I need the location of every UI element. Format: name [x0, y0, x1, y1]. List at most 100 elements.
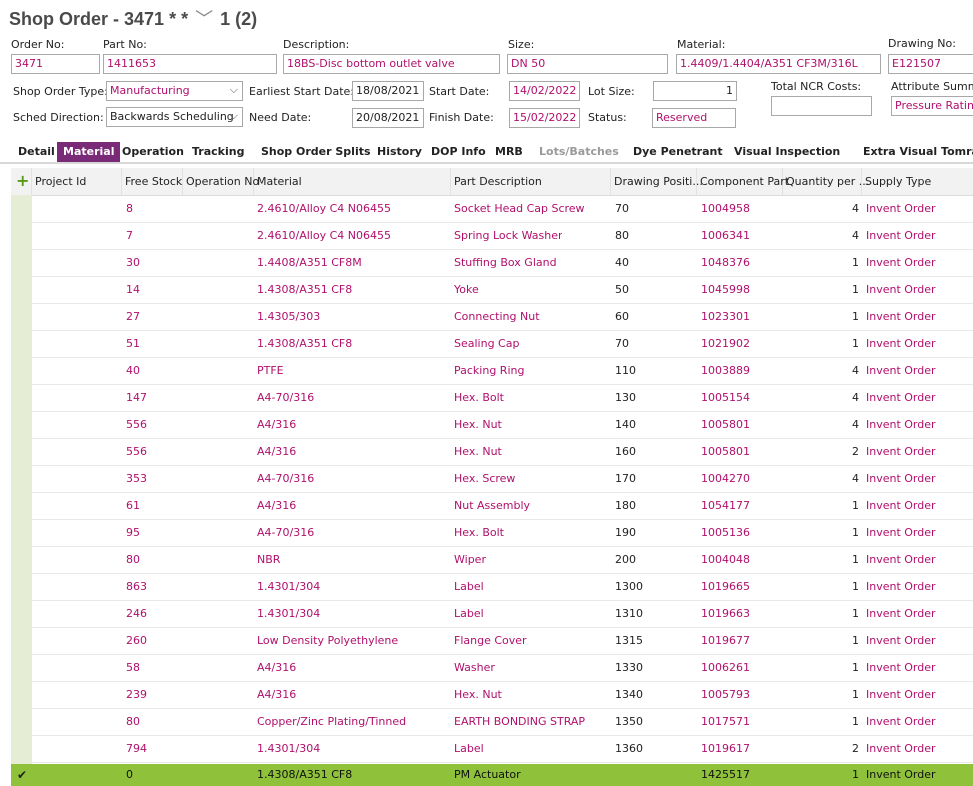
cell-component-part[interactable]: 1004270 — [701, 466, 750, 492]
cell-supply-type[interactable]: Invent Order — [866, 277, 936, 303]
cell-supply-type[interactable]: Invent Order — [866, 520, 936, 546]
col-quantity-per[interactable]: Quantity per ... — [783, 168, 869, 195]
tab-lots-batches[interactable]: Lots/Batches — [533, 142, 625, 162]
earliest-start-field[interactable]: 18/08/2021 — [352, 81, 424, 101]
col-free-stock[interactable]: Free Stock — [122, 168, 183, 195]
cell-supply-type[interactable]: Invent Order — [866, 547, 936, 573]
cell-supply-type[interactable]: Invent Order — [866, 439, 936, 465]
cell-free-stock[interactable]: 58 — [126, 655, 140, 681]
cell-material[interactable]: A4-70/316 — [257, 385, 314, 411]
cell-part-description[interactable]: Spring Lock Washer — [454, 223, 562, 249]
cell-part-description[interactable]: Sealing Cap — [454, 331, 519, 357]
cell-part-description[interactable]: Hex. Screw — [454, 466, 515, 492]
cell-component-part[interactable]: 1045998 — [701, 277, 750, 303]
cell-free-stock[interactable]: 246 — [126, 601, 147, 627]
table-row[interactable]: 246 1.4301/304 Label 1310 1019663 1 Invent Ord… — [32, 601, 973, 628]
tab-dye-penetrant[interactable]: Dye Penetrant — [627, 142, 729, 162]
tab-extra-visual-tomra[interactable]: Extra Visual Tomra C — [857, 142, 973, 162]
cell-material[interactable]: Copper/Zinc Plating/Tinned — [257, 709, 406, 735]
table-row[interactable]: 58 A4/316 Washer 1330 1006261 1 Invent Order — [32, 655, 973, 682]
cell-material[interactable]: 1.4301/304 — [257, 574, 320, 600]
cell-part-description[interactable]: Hex. Nut — [454, 682, 502, 708]
cell-supply-type[interactable]: Invent Order — [866, 493, 936, 519]
cell-free-stock[interactable]: 260 — [126, 628, 147, 654]
cell-component-part[interactable]: 1005801 — [701, 412, 750, 438]
cell-supply-type[interactable]: Invent Order — [866, 412, 936, 438]
cell-free-stock[interactable]: 30 — [126, 250, 140, 276]
col-drawing-position[interactable]: Drawing Positi... — [611, 168, 703, 195]
cell-component-part[interactable]: 1003889 — [701, 358, 750, 384]
table-row[interactable]: 51 1.4308/A351 CF8 Sealing Cap 70 1021902 1 In… — [32, 331, 973, 358]
cell-material[interactable]: A4/316 — [257, 682, 296, 708]
cell-component-part[interactable]: 1019663 — [701, 601, 750, 627]
cell-supply-type[interactable]: Invent Order — [866, 601, 936, 627]
table-row[interactable]: 147 A4-70/316 Hex. Bolt 130 1005154 4 Invent O… — [32, 385, 973, 412]
cell-part-description[interactable]: Socket Head Cap Screw — [454, 196, 585, 222]
cell-component-part[interactable]: 1004958 — [701, 196, 750, 222]
table-row[interactable]: 7 2.4610/Alloy C4 N06455 Spring Lock Washe… — [32, 223, 973, 250]
table-row[interactable]: 61 A4/316 Nut Assembly 180 1054177 1 Invent Or… — [32, 493, 973, 520]
cell-supply-type[interactable]: Invent Order — [866, 628, 936, 654]
cell-part-description[interactable]: Label — [454, 736, 484, 762]
cell-material[interactable]: A4-70/316 — [257, 520, 314, 546]
cell-supply-type[interactable]: Invent Order — [866, 655, 936, 681]
tab-shop-order-splits[interactable]: Shop Order Splits — [255, 142, 377, 162]
cell-supply-type[interactable]: Invent Order — [866, 385, 936, 411]
cell-part-description[interactable]: Hex. Nut — [454, 412, 502, 438]
cell-part-description[interactable]: Yoke — [454, 277, 479, 303]
lot-size-field[interactable]: 1 — [653, 81, 737, 101]
cell-component-part[interactable]: 1005801 — [701, 439, 750, 465]
cell-free-stock[interactable]: 147 — [126, 385, 147, 411]
col-part-description[interactable]: Part Description — [451, 168, 611, 195]
table-row[interactable]: 353 A4-70/316 Hex. Screw 170 1004270 4 Invent … — [32, 466, 973, 493]
cell-free-stock[interactable]: 353 — [126, 466, 147, 492]
cell-material[interactable]: Low Density Polyethylene — [257, 628, 398, 654]
cell-free-stock[interactable]: 27 — [126, 304, 140, 330]
cell-component-part[interactable]: 1017571 — [701, 709, 750, 735]
tab-tracking[interactable]: Tracking — [186, 142, 250, 162]
cell-material[interactable]: PTFE — [257, 358, 284, 384]
cell-part-description[interactable]: Flange Cover — [454, 628, 527, 654]
cell-part-description[interactable]: Washer — [454, 655, 495, 681]
cell-supply-type[interactable]: Invent Order — [866, 709, 936, 735]
col-supply-type[interactable]: Supply Type — [862, 168, 973, 195]
cell-component-part[interactable]: 1023301 — [701, 304, 750, 330]
description-field[interactable]: 18BS-Disc bottom outlet valve — [283, 54, 500, 74]
cell-part-description[interactable]: Hex. Nut — [454, 439, 502, 465]
start-date-field[interactable]: 14/02/2022 — [509, 81, 580, 101]
tab-material[interactable]: Material — [57, 142, 121, 162]
cell-material[interactable]: A4/316 — [257, 493, 296, 519]
cell-free-stock[interactable]: 556 — [126, 412, 147, 438]
cell-material[interactable]: 1.4308/A351 CF8 — [257, 331, 352, 357]
cell-free-stock[interactable]: 7 — [126, 223, 133, 249]
table-row[interactable]: 30 1.4408/A351 CF8M Stuffing Box Gland 40 10… — [32, 250, 973, 277]
cell-supply-type[interactable]: Invent Order — [866, 250, 936, 276]
cell-part-description[interactable]: Wiper — [454, 547, 486, 573]
tab-operation[interactable]: Operation — [116, 142, 190, 162]
table-row[interactable]: 27 1.4305/303 Connecting Nut 60 1023301 1 Inve… — [32, 304, 973, 331]
cell-material[interactable]: 1.4301/304 — [257, 736, 320, 762]
col-component-part[interactable]: Component Part — [697, 168, 789, 195]
cell-component-part[interactable]: 1019617 — [701, 736, 750, 762]
total-ncr-field[interactable] — [771, 96, 872, 116]
cell-free-stock[interactable]: 556 — [126, 439, 147, 465]
table-row[interactable]: 95 A4-70/316 Hex. Bolt 190 1005136 1 Invent Or… — [32, 520, 973, 547]
table-row[interactable]: 556 A4/316 Hex. Nut 140 1005801 4 Invent Order — [32, 412, 973, 439]
tab-detail[interactable]: Detail — [12, 142, 61, 162]
cell-material[interactable]: 1.4305/303 — [257, 304, 320, 330]
sched-direction-select[interactable]: Backwards Scheduling ⌵ — [106, 107, 243, 127]
cell-component-part[interactable]: 1005136 — [701, 520, 750, 546]
table-row[interactable]: 40 PTFE Packing Ring 110 1003889 4 Invent Orde… — [32, 358, 973, 385]
cell-component-part[interactable]: 1005793 — [701, 682, 750, 708]
cell-part-description[interactable]: Nut Assembly — [454, 493, 530, 519]
cell-component-part[interactable]: 1019677 — [701, 628, 750, 654]
cell-material[interactable]: NBR — [257, 547, 280, 573]
table-row[interactable]: 80 Copper/Zinc Plating/Tinned EARTH BONDIN… — [32, 709, 973, 736]
cell-component-part[interactable]: 1006261 — [701, 655, 750, 681]
cell-material[interactable]: 2.4610/Alloy C4 N06455 — [257, 223, 391, 249]
cell-material[interactable]: A4-70/316 — [257, 466, 314, 492]
cell-part-description[interactable]: Hex. Bolt — [454, 520, 504, 546]
cell-free-stock[interactable]: 80 — [126, 709, 140, 735]
drawing-no-field[interactable]: E121507 — [888, 54, 973, 74]
cell-part-description[interactable]: Connecting Nut — [454, 304, 540, 330]
